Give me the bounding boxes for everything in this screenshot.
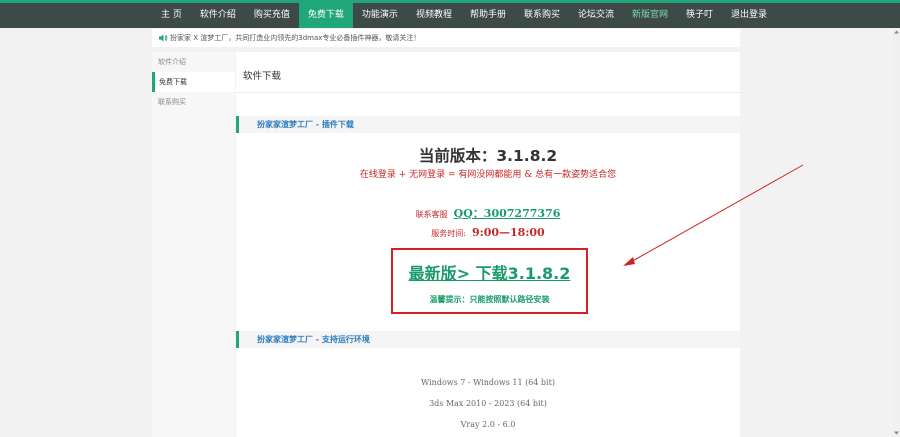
section-title-download: 扮家家渲梦工厂 - 插件下载 <box>257 120 354 129</box>
title-divider <box>236 92 740 93</box>
download-highlight-box: 最新版> 下载3.1.8.2 温馨提示：只能按照默认路径安装 <box>391 248 588 314</box>
requirement-os: Windows 7 - Windows 11 (64 bit) <box>421 378 555 387</box>
top-nav-bar: 主 页 软件介绍 购买充值 免费下载 功能演示 视频教程 帮助手册 联系购买 论… <box>0 3 900 28</box>
nav-item-help-manual[interactable]: 帮助手册 <box>461 3 515 28</box>
hours-label: 服务时间: <box>431 229 466 238</box>
nav-item-software-intro[interactable]: 软件介绍 <box>191 3 245 28</box>
current-version: 当前版本：3.1.8.2 <box>418 147 558 165</box>
contact-label: 联系客服 <box>415 210 448 219</box>
section-header-requirements: 扮家家渲梦工厂 - 支持运行环境 <box>236 331 740 348</box>
contact-qq-link[interactable]: QQ：3007277376 <box>454 207 561 220</box>
contact-line: 联系客服 QQ：3007277376 <box>236 205 740 221</box>
nav-item-home[interactable]: 主 页 <box>152 3 191 28</box>
nav-item-forum[interactable]: 论坛交流 <box>569 3 623 28</box>
nav-item-purchase-recharge[interactable]: 购买充值 <box>245 3 299 28</box>
section-title-requirements: 扮家家渲梦工厂 - 支持运行环境 <box>257 335 370 344</box>
hours-value: 9:00—18:00 <box>472 226 545 239</box>
requirement-vray: Vray 2.0 - 6.0 <box>460 420 516 429</box>
download-latest-link[interactable]: 最新版> 下载3.1.8.2 <box>393 260 586 284</box>
nav-item-kuaiziding[interactable]: 筷子叮 <box>677 3 722 28</box>
requirement-3dsmax: 3ds Max 2010 - 2023 (64 bit) <box>429 399 547 408</box>
nav-item-contact-purchase[interactable]: 联系购买 <box>515 3 569 28</box>
sidebar-item-free-download[interactable]: 免费下载 <box>152 72 235 92</box>
scroll-up-icon[interactable] <box>893 28 900 36</box>
tagline: 在线登录 + 无网登录 = 有网没网都能用 & 总有一款姿势适合您 <box>359 170 617 180</box>
notice-bar: 扮家家 X 渲梦工厂，共同打造业内领先的3dmax专业必备插件神器，敬请关注！ <box>152 29 740 47</box>
service-hours: 服务时间: 9:00—18:00 <box>236 226 740 239</box>
nav-item-free-download[interactable]: 免费下载 <box>298 3 353 28</box>
sidebar: 软件介绍 免费下载 联系购买 <box>152 52 235 437</box>
nav-menu: 主 页 软件介绍 购买充值 免费下载 功能演示 视频教程 帮助手册 联系购买 论… <box>152 3 776 28</box>
notice-text: 扮家家 X 渲梦工厂，共同打造业内领先的3dmax专业必备插件神器，敬请关注！ <box>170 34 421 42</box>
nav-item-feature-demo[interactable]: 功能演示 <box>353 3 407 28</box>
page-scrollbar[interactable] <box>893 28 900 437</box>
sidebar-item-contact-purchase[interactable]: 联系购买 <box>152 92 235 112</box>
nav-item-new-site[interactable]: 新版官网 <box>623 3 677 28</box>
speaker-icon <box>159 34 168 42</box>
nav-item-logout[interactable]: 退出登录 <box>722 3 776 28</box>
main-content: 软件下载 扮家家渲梦工厂 - 插件下载 当前版本：3.1.8.2 在线登录 + … <box>236 52 740 437</box>
scroll-down-icon[interactable] <box>893 429 900 437</box>
install-tip: 温馨提示：只能按照默认路径安装 <box>429 295 550 304</box>
page-title: 软件下载 <box>243 71 282 82</box>
nav-item-video-tutorials[interactable]: 视频教程 <box>407 3 461 28</box>
sidebar-item-software-intro[interactable]: 软件介绍 <box>152 52 235 72</box>
section-header-download: 扮家家渲梦工厂 - 插件下载 <box>236 116 740 133</box>
